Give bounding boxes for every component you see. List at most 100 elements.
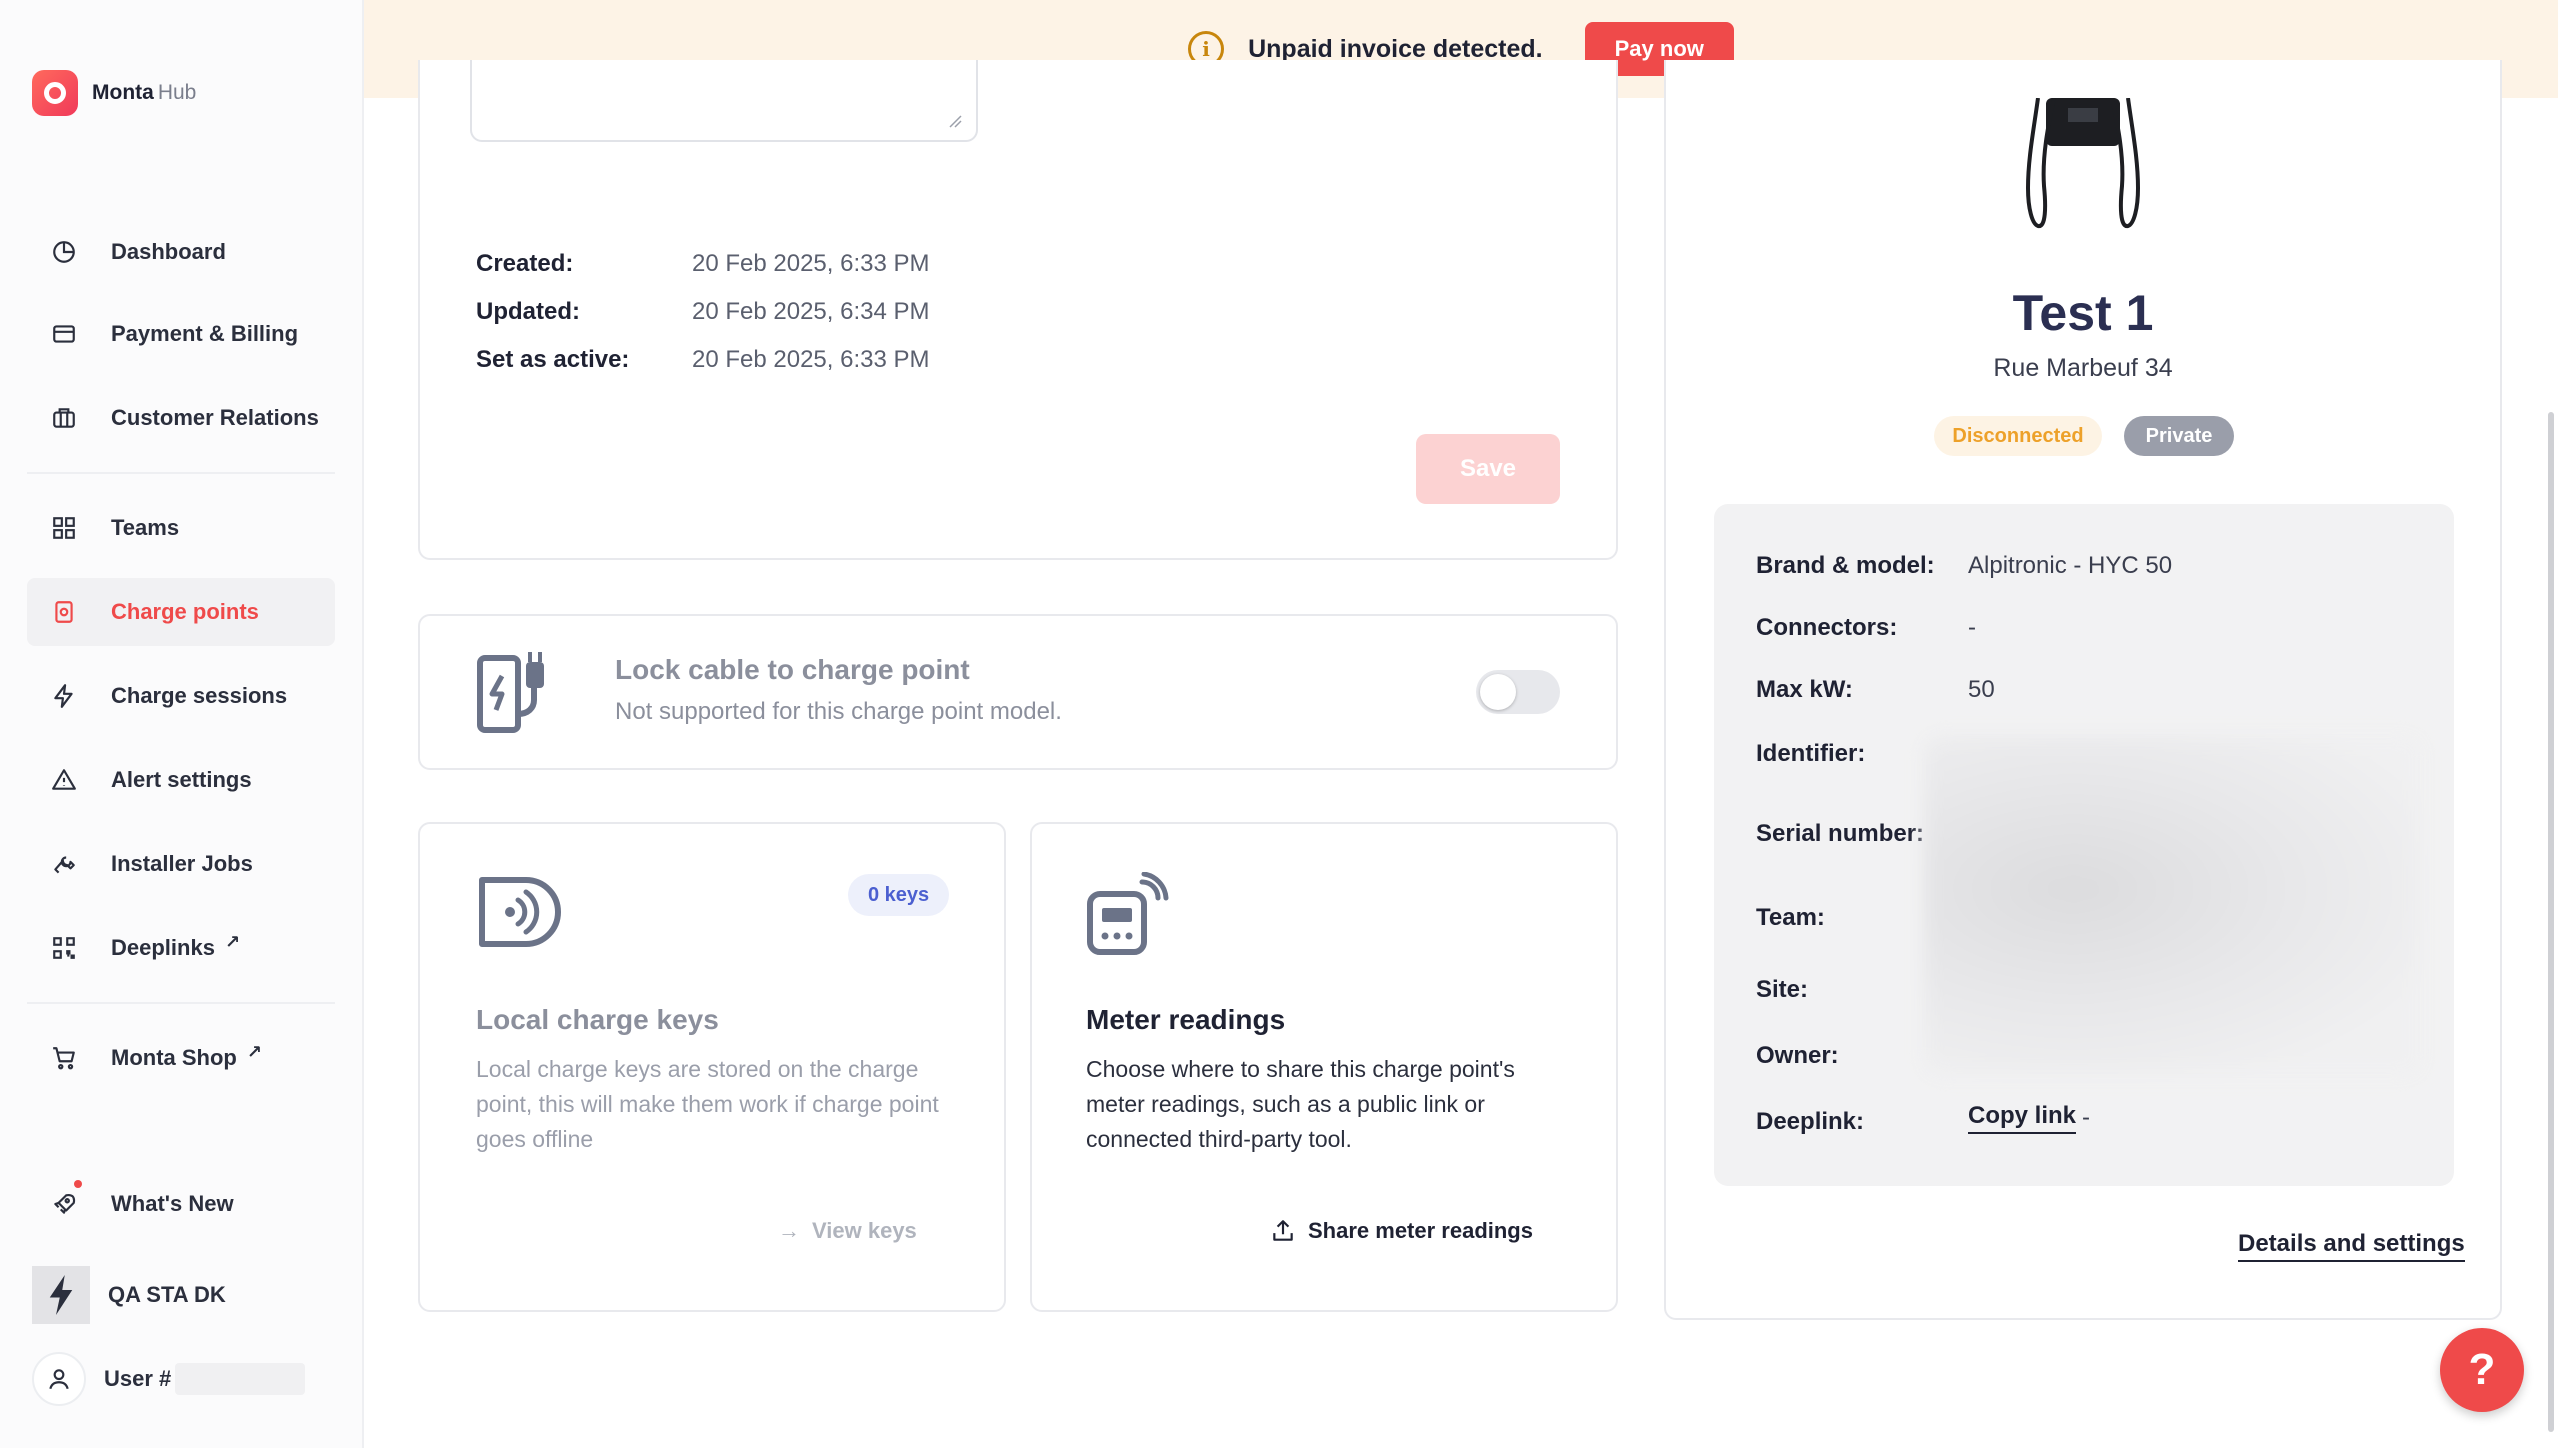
sidebar-item-label: Dashboard (111, 239, 226, 264)
toggle-knob (1480, 674, 1516, 710)
connectors-value: - (1968, 614, 1976, 641)
sidebar-item-payment-billing[interactable]: Payment & Billing (27, 300, 335, 368)
lock-cable-toggle[interactable] (1476, 670, 1560, 714)
save-button[interactable]: Save (1416, 434, 1560, 504)
site-label: Site: (1756, 976, 1809, 1003)
external-link-icon: ↗ (246, 1041, 262, 1062)
sidebar-item-installer-jobs[interactable]: Installer Jobs (27, 830, 335, 898)
charger-cable-icon (477, 652, 544, 733)
charge-point-address: Rue Marbeuf 34 (1993, 354, 2173, 382)
deeplink-label: Deeplink: (1756, 1108, 1865, 1135)
view-keys-label: View keys (812, 1218, 917, 1243)
created-value: 20 Feb 2025, 6:33 PM (692, 250, 930, 277)
team-switcher[interactable]: QA STA DK (32, 1266, 226, 1324)
sidebar-item-charge-points[interactable]: Charge points (27, 578, 335, 646)
sidebar-item-label: Alert settings (111, 767, 252, 792)
credit-card-icon (49, 319, 79, 349)
owner-label: Owner: (1756, 1042, 1839, 1069)
lock-cable-card (418, 614, 1618, 770)
user-icon (32, 1352, 86, 1406)
sidebar-item-label: Teams (111, 515, 180, 540)
arrow-right-icon: → (778, 1218, 800, 1243)
sidebar-item-label: What's New (111, 1191, 234, 1216)
sidebar-divider (27, 1002, 335, 1004)
meter-device-icon (1087, 872, 1169, 955)
sidebar-item-teams[interactable]: Teams (27, 494, 335, 562)
sidebar-item-label: Charge points (111, 599, 259, 624)
sidebar-divider (27, 472, 335, 474)
serial-number-label: Serial number: (1756, 820, 1925, 847)
sidebar-item-customer-relations[interactable]: Customer Relations (27, 384, 335, 452)
brand[interactable]: Monta Hub (32, 70, 196, 116)
cart-icon (49, 1043, 79, 1073)
charge-point-icon (49, 597, 79, 627)
max-kw-value: 50 (1968, 676, 1995, 703)
max-kw-label: Max kW: (1756, 676, 1853, 703)
sidebar-item-monta-shop[interactable]: Monta Shop ↗ (27, 1024, 335, 1092)
keys-count-badge: 0 keys (848, 874, 950, 916)
deeplink-value: - (2082, 1104, 2090, 1131)
brand-model-value: Alpitronic - HYC 50 (1968, 552, 2173, 579)
visibility-badge: Private (2124, 416, 2234, 456)
set-active-value: 20 Feb 2025, 6:33 PM (692, 346, 930, 373)
team-label: Team: (1756, 904, 1825, 931)
sidebar-item-label: Charge sessions (111, 683, 288, 708)
identifier-label: Identifier: (1756, 740, 1866, 767)
note-textarea[interactable] (470, 60, 978, 142)
copy-link-button[interactable]: Copy link (1968, 1102, 2077, 1134)
share-meter-readings-label: Share meter readings (1308, 1218, 1533, 1243)
charge-point-name: Test 1 (2012, 285, 2154, 341)
qr-code-icon (49, 933, 79, 963)
sidebar-item-deeplinks[interactable]: Deeplinks ↗ (27, 914, 335, 982)
grid-icon (49, 513, 79, 543)
local-keys-description: Local charge keys are stored on the char… (476, 1056, 939, 1152)
brand-model-label: Brand & model: (1756, 552, 1935, 579)
updated-label: Updated: (476, 298, 580, 325)
status-badge: Disconnected (1934, 416, 2102, 456)
charger-image (2025, 98, 2141, 228)
sidebar-item-alert-settings[interactable]: Alert settings (27, 746, 335, 814)
sidebar-item-label: Installer Jobs (111, 851, 253, 876)
redacted-details (1924, 736, 2422, 1076)
resize-grip-icon (949, 115, 962, 128)
details-and-settings-link[interactable]: Details and settings (2238, 1230, 2465, 1262)
sidebar-item-label: Payment & Billing (111, 321, 299, 346)
local-keys-title: Local charge keys (476, 1004, 719, 1035)
scrollbar[interactable] (2548, 412, 2554, 1432)
dashboard-icon (49, 237, 79, 267)
meter-readings-description: Choose where to share this charge point'… (1086, 1056, 1515, 1152)
sidebar: Monta Hub Dashboard Payment & Billing Cus… (0, 0, 364, 1448)
lock-cable-subtitle: Not supported for this charge point mode… (615, 698, 1062, 725)
sidebar-item-dashboard[interactable]: Dashboard (27, 218, 335, 286)
sidebar-item-label: Monta Shop (111, 1045, 237, 1070)
connectors-label: Connectors: (1756, 614, 1898, 641)
user-name: User # (104, 1366, 172, 1391)
notification-dot (74, 1180, 82, 1188)
help-button[interactable]: ? (2440, 1328, 2524, 1412)
brand-name: Monta Hub (92, 81, 196, 105)
brand-name-text: Monta (92, 81, 154, 104)
created-label: Created: (476, 250, 574, 277)
external-link-icon: ↗ (224, 931, 241, 952)
lock-cable-title: Lock cable to charge point (615, 654, 970, 685)
share-icon (1273, 1220, 1293, 1241)
view-keys-link[interactable]: → View keys (778, 1218, 917, 1244)
brand-suffix: Hub (157, 81, 197, 104)
wrench-icon (49, 849, 79, 879)
updated-value: 20 Feb 2025, 6:34 PM (692, 298, 930, 325)
sidebar-item-label: Deeplinks (111, 935, 215, 960)
monta-logo-icon (32, 70, 78, 116)
user-menu[interactable]: User # (32, 1352, 306, 1406)
sidebar-item-label: Customer Relations (111, 405, 319, 430)
sidebar-item-charge-sessions[interactable]: Charge sessions (27, 662, 335, 730)
share-meter-readings-button[interactable]: Share meter readings (1270, 1218, 1533, 1244)
briefcase-icon (49, 403, 79, 433)
team-name: QA STA DK (108, 1282, 226, 1307)
user-name-redacted (175, 1363, 306, 1395)
set-active-label: Set as active: (476, 346, 630, 373)
team-logo-icon (32, 1266, 90, 1324)
rfid-key-icon (479, 877, 561, 947)
sidebar-item-whats-new[interactable]: What's New (27, 1170, 335, 1238)
alert-icon (49, 765, 79, 795)
meter-readings-title: Meter readings (1086, 1004, 1286, 1035)
